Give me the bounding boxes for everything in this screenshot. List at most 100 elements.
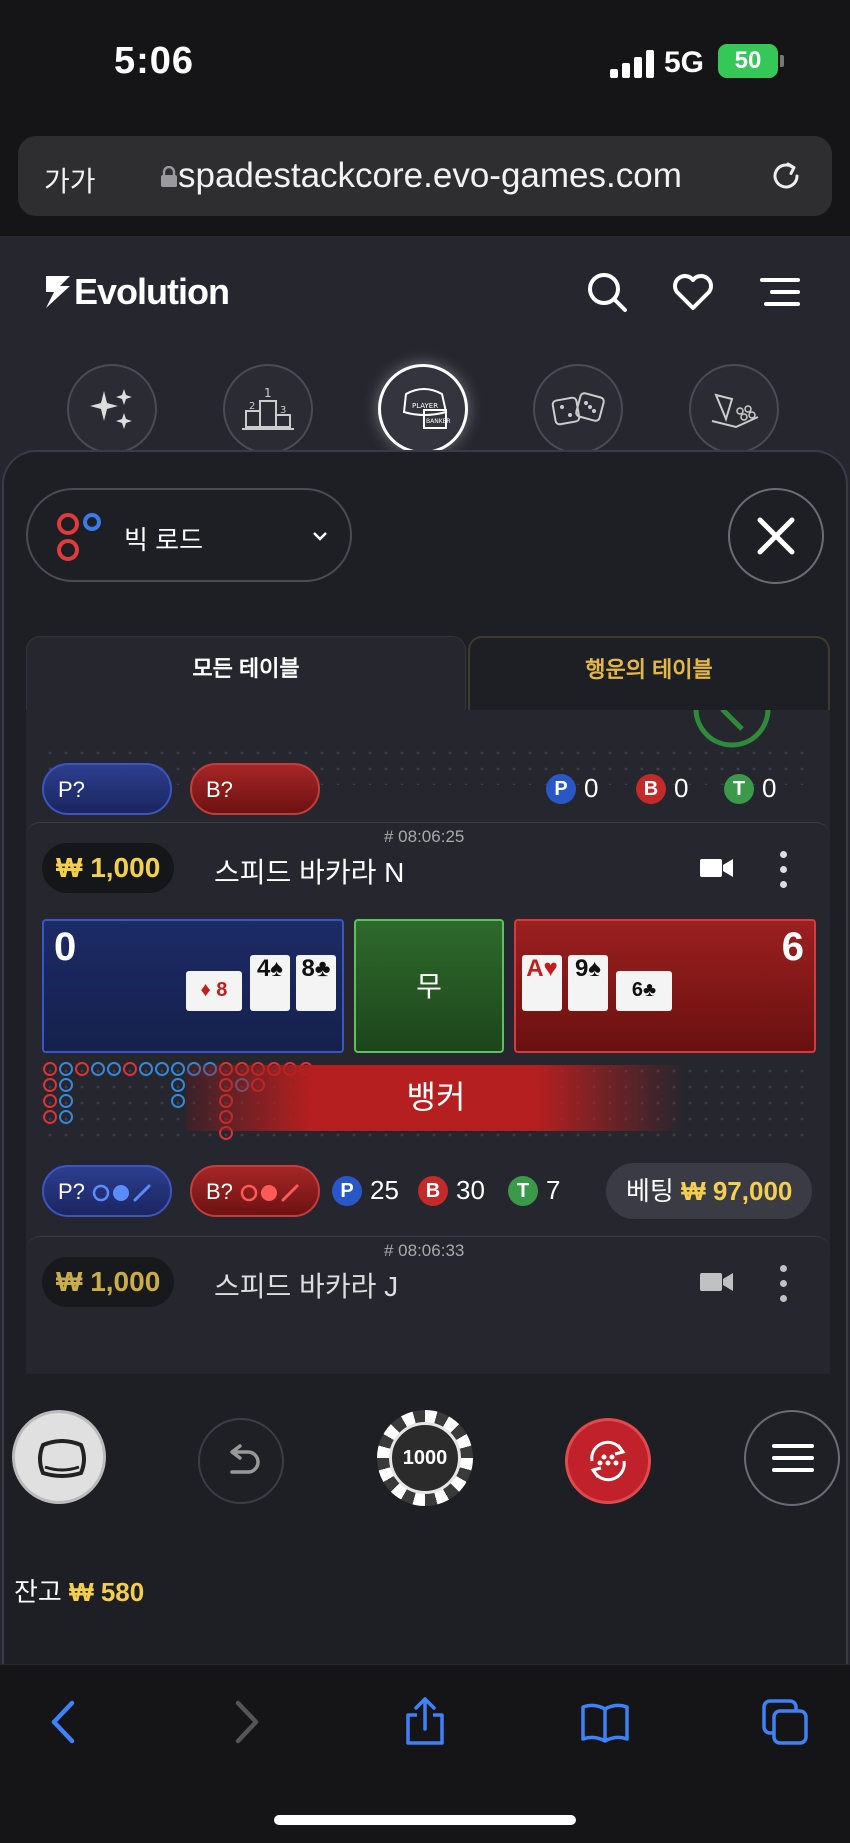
tab-all-tables[interactable]: 모든 테이블: [26, 636, 466, 712]
round-result-banner: 뱅커: [186, 1065, 686, 1131]
tie-count: T7: [508, 1175, 560, 1206]
menu-icon[interactable]: [758, 270, 802, 314]
timer-ring-icon: [693, 710, 771, 748]
sparkle-icon: [90, 389, 132, 429]
video-camera-icon[interactable]: [700, 1271, 734, 1293]
tie-result-box: 무: [354, 919, 504, 1053]
bet-limit: ₩ 1,000: [42, 843, 175, 893]
table-name: 스피드 바카라 J: [214, 1271, 399, 1302]
banker-win-count: B0: [636, 773, 688, 804]
table-card-partial[interactable]: P? B? P0 B0 T0: [26, 710, 830, 820]
tie-badge: T: [508, 1175, 538, 1206]
lobby-table-view-button[interactable]: [12, 1410, 106, 1504]
forward-arrow-icon[interactable]: [220, 1697, 270, 1747]
player-predict-label: P?: [58, 777, 85, 802]
player-badge: P: [546, 773, 576, 804]
total-bet-label: 베팅: [626, 1176, 674, 1206]
balance-amount: ₩ 580: [69, 1577, 145, 1607]
lock-icon: [161, 166, 177, 187]
search-icon[interactable]: [585, 270, 629, 314]
category-dice-button[interactable]: [533, 364, 623, 454]
banker-card-2: 9♠: [568, 955, 608, 1011]
bet-limit: ₩ 1,000: [42, 1257, 175, 1307]
table-view-icon: [38, 1439, 86, 1478]
back-arrow-icon[interactable]: [40, 1697, 90, 1747]
table-card-speed-baccarat-j[interactable]: # 08:06:33 ₩ 1,000 스피드 바카라 J: [26, 1236, 830, 1374]
address-bar[interactable]: 가가 spadestackcore.evo-games.com: [18, 136, 832, 216]
banker-badge: B: [418, 1175, 448, 1206]
game-id: # 08:06:25: [384, 827, 465, 846]
bookmarks-icon[interactable]: [580, 1697, 630, 1747]
text-size-button[interactable]: 가가: [44, 160, 96, 200]
more-options-icon[interactable]: [780, 1265, 788, 1305]
reload-icon[interactable]: [768, 158, 804, 194]
table-list: P? B? P0 B0 T0 # 08:06:25 ₩ 1,000 스피드 바카…: [26, 710, 830, 1374]
banker-predict-button[interactable]: B?: [190, 763, 320, 815]
battery-level: 50: [734, 47, 762, 74]
player-predict-label: P?: [58, 1179, 85, 1204]
dice-icon: [551, 392, 605, 426]
baccarat-icon: PLAYER BANKER: [402, 388, 451, 429]
player-count-value: 0: [584, 773, 599, 803]
player-count-value: 25: [370, 1175, 399, 1205]
close-icon: [757, 517, 795, 555]
banker-result-box: 6 A♥ 9♠ 6♣: [514, 919, 816, 1053]
banker-predict-button[interactable]: B?: [190, 1165, 320, 1217]
category-baccarat-button[interactable]: PLAYER BANKER: [378, 364, 468, 454]
evolution-logo[interactable]: Evolution: [44, 270, 230, 314]
banker-count-value: 0: [674, 773, 689, 803]
tie-count-value: 0: [762, 773, 777, 803]
total-bet: 베팅 ₩ 97,000: [606, 1163, 813, 1219]
share-icon[interactable]: [400, 1697, 450, 1747]
game-id: # 08:06:33: [384, 1241, 465, 1260]
banker-predict-road-icon: [240, 1184, 299, 1202]
repeat-bet-button[interactable]: [565, 1418, 651, 1504]
chip-selector[interactable]: 1000: [377, 1410, 473, 1506]
banker-score: 6: [781, 925, 804, 969]
favorites-heart-icon[interactable]: [671, 270, 715, 314]
banker-predict-label: B?: [206, 1179, 233, 1204]
podium-icon: 1 2 3: [242, 386, 294, 430]
tabs-icon[interactable]: [760, 1697, 810, 1747]
more-options-icon[interactable]: [780, 851, 788, 891]
tie-count-value: 7: [546, 1175, 561, 1205]
svg-text:PLAYER: PLAYER: [412, 402, 438, 410]
player-card-1: 4♠: [250, 955, 290, 1011]
player-predict-button[interactable]: P?: [42, 763, 172, 815]
big-road-icon: [57, 513, 101, 561]
rebet-icon: [590, 1440, 626, 1482]
category-top-games-button[interactable]: 1 2 3: [223, 364, 313, 454]
tie-count: T0: [724, 773, 776, 804]
player-win-count: P 25: [332, 1175, 399, 1206]
player-predict-button[interactable]: P?: [42, 1165, 172, 1217]
player-card-2: 8♣: [296, 955, 336, 1011]
tab-lucky-tables[interactable]: 행운의 테이블: [468, 636, 830, 712]
banker-badge: B: [636, 773, 666, 804]
video-camera-icon[interactable]: [700, 857, 734, 879]
banker-card-1: A♥: [522, 955, 562, 1011]
category-favourites-button[interactable]: [67, 364, 157, 454]
balance: 잔고 ₩ 580: [14, 1572, 144, 1609]
table-card-speed-baccarat-n[interactable]: # 08:06:25 ₩ 1,000 스피드 바카라 N 0 ♦ 8 4♠ 8♣…: [26, 822, 830, 1232]
svg-text:2: 2: [249, 401, 255, 412]
game-menu-button[interactable]: [744, 1410, 840, 1506]
chevron-down-icon: [313, 532, 327, 541]
player-side-card: ♦ 8: [186, 971, 242, 1011]
banker-side-card: 6♣: [616, 971, 672, 1011]
category-roulette-button[interactable]: [689, 364, 779, 454]
status-bar: 5:06 5G 50: [0, 0, 850, 130]
network-type: 5G: [664, 46, 705, 79]
svg-text:BANKER: BANKER: [426, 418, 451, 425]
player-win-count: P0: [546, 773, 598, 804]
total-bet-amount: ₩ 97,000: [681, 1176, 793, 1206]
close-button[interactable]: [728, 488, 824, 584]
url-text[interactable]: spadestackcore.evo-games.com: [178, 156, 682, 196]
svg-text:3: 3: [280, 405, 286, 416]
tie-badge: T: [724, 773, 754, 804]
undo-button[interactable]: [198, 1418, 284, 1504]
player-badge: P: [332, 1175, 362, 1206]
road-type-dropdown[interactable]: 빅 로드: [26, 488, 352, 582]
banker-predict-label: B?: [206, 777, 233, 802]
undo-icon: [230, 1444, 260, 1474]
hamburger-menu-icon: [772, 1444, 814, 1472]
